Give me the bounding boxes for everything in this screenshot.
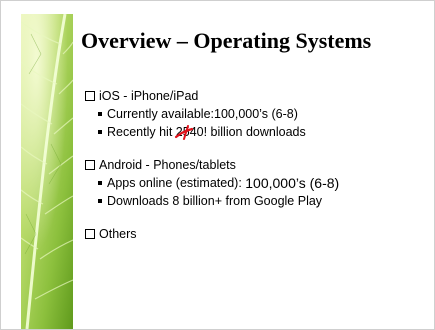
section-label: Others bbox=[99, 227, 137, 241]
item-text: Downloads 8 billion+ from Google Play bbox=[107, 194, 323, 208]
item-prefix: Recently hit bbox=[107, 125, 176, 139]
section-android: Android - Phones/tablets bbox=[85, 156, 430, 174]
slide-title: Overview – Operating Systems bbox=[81, 28, 372, 53]
section-label: iOS - iPhone/iPad bbox=[99, 89, 199, 103]
bullet-list: iOS - iPhone/iPad Currently available: 1… bbox=[85, 87, 430, 243]
item-text: 100,000’s (6-8) bbox=[245, 175, 340, 191]
slide: Overview – Operating Systems iOS - iPhon… bbox=[0, 0, 435, 330]
checkbox-square-icon bbox=[85, 160, 95, 170]
filled-square-icon bbox=[98, 181, 102, 185]
struck-number: 25 bbox=[174, 125, 193, 140]
section-label: Android - Phones/tablets bbox=[99, 158, 236, 172]
section-ios: iOS - iPhone/iPad bbox=[85, 87, 430, 105]
checkbox-square-icon bbox=[85, 91, 95, 101]
list-item: Apps online (estimated): 100,000’s (6-8) bbox=[85, 174, 430, 192]
list-item: Downloads 8 billion+ from Google Play bbox=[85, 192, 430, 210]
filled-square-icon bbox=[98, 130, 102, 134]
filled-square-icon bbox=[98, 199, 102, 203]
section-others: Others bbox=[85, 225, 430, 243]
item-prefix: Apps online (estimated): bbox=[107, 176, 246, 190]
item-text: 40! billion downloads bbox=[189, 125, 306, 139]
list-item: Currently available: 100,000’s (6-8) bbox=[85, 105, 430, 123]
list-item: Recently hit 25 40! billion downloads bbox=[85, 123, 430, 141]
leaf-background-image bbox=[21, 14, 73, 329]
struck-text: 25 bbox=[175, 125, 190, 139]
filled-square-icon bbox=[98, 112, 102, 116]
checkbox-square-icon bbox=[85, 229, 95, 239]
item-text: 100,000’s (6-8) bbox=[214, 107, 298, 121]
item-prefix: Currently available: bbox=[107, 107, 214, 121]
